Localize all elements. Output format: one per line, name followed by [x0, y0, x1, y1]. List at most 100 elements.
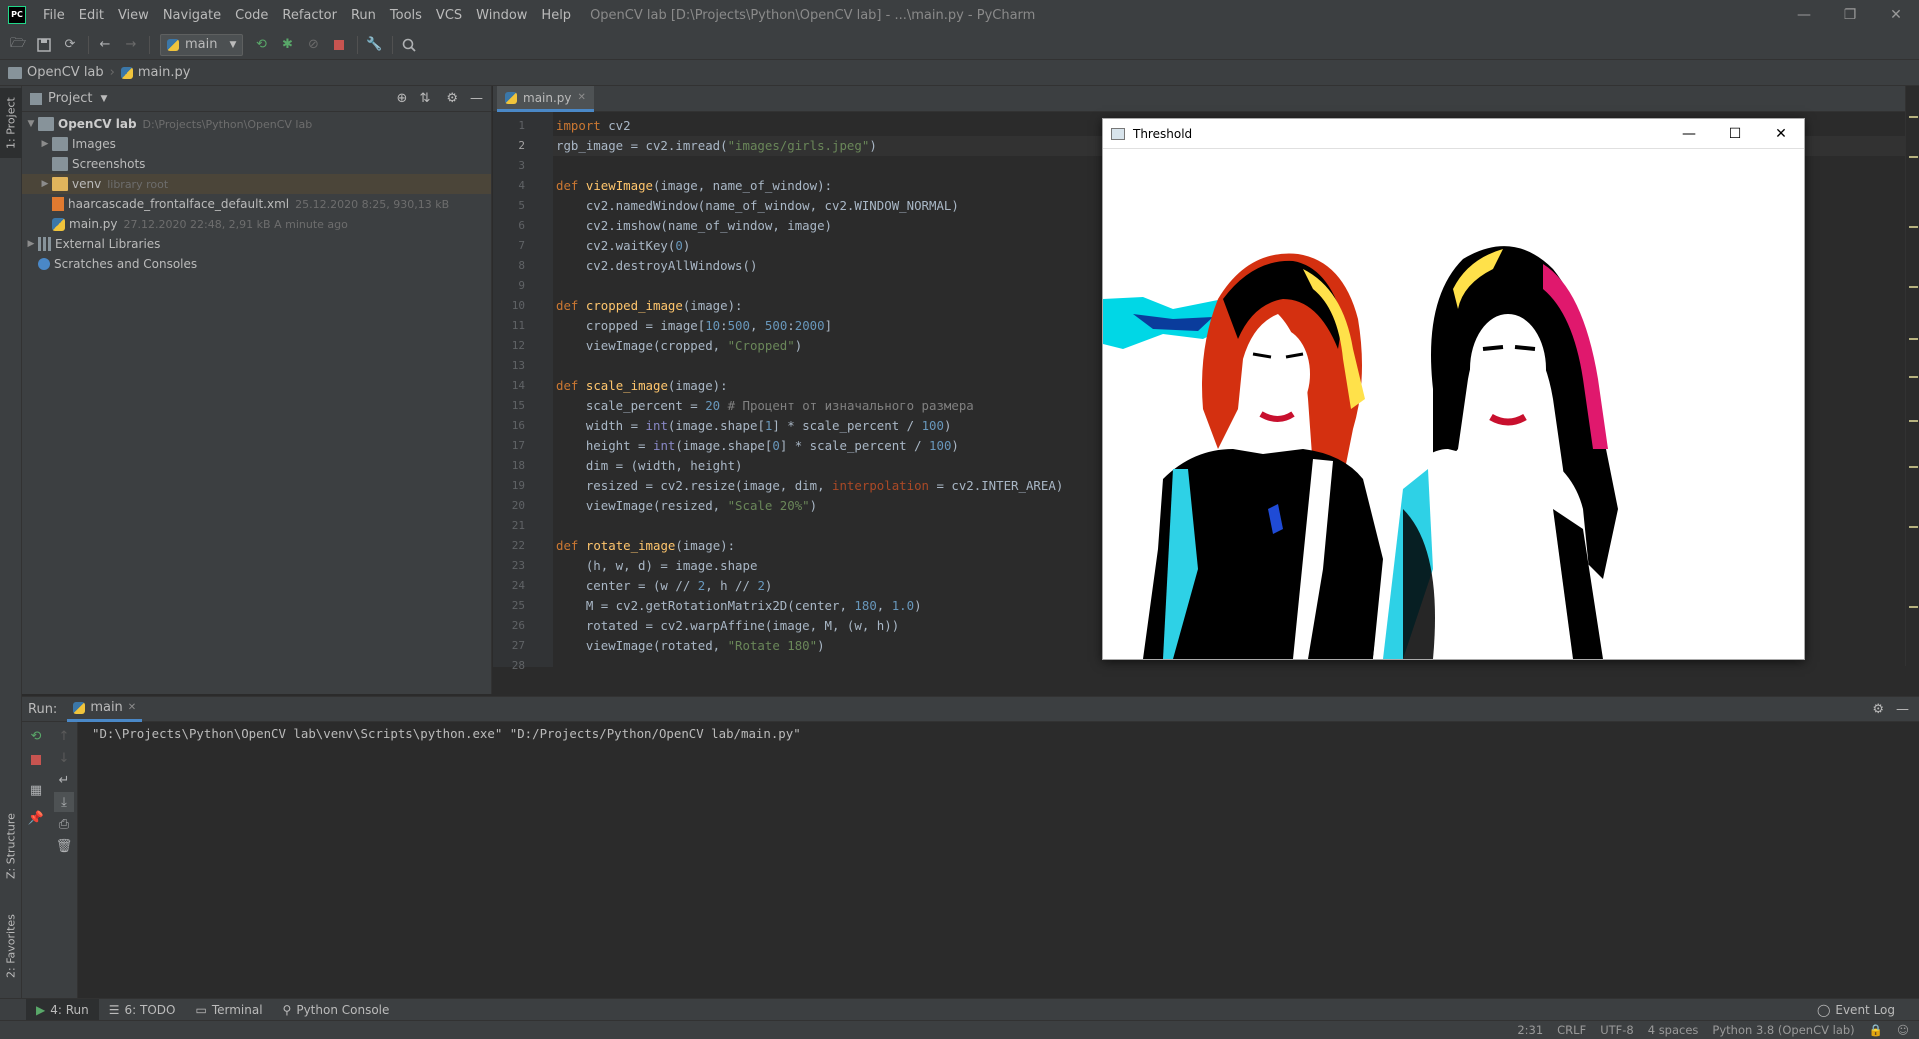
maximize-icon[interactable]: ☐ — [1712, 119, 1758, 149]
restore-icon[interactable]: ❐ — [1827, 0, 1873, 30]
locate-icon[interactable]: ⊕ — [397, 91, 408, 106]
back-arrow-icon[interactable]: ← — [93, 34, 117, 56]
tree-item-scratches[interactable]: Scratches and Consoles — [22, 254, 491, 274]
line-number: 17 — [511, 439, 525, 452]
tool-run-button[interactable]: ▶ 4: Run — [26, 998, 99, 1021]
warning-marker[interactable] — [1909, 606, 1918, 608]
save-icon[interactable] — [32, 34, 56, 56]
tab-favorites-vertical[interactable]: 2: Favorites — [0, 906, 22, 986]
tool-event-log-button[interactable]: ◯ Event Log — [1807, 999, 1905, 1021]
status-encoding[interactable]: UTF-8 — [1600, 1023, 1634, 1037]
warning-marker[interactable] — [1909, 116, 1918, 118]
run-tab-label: main — [90, 700, 123, 715]
rerun-icon[interactable]: ⟲ — [249, 34, 273, 56]
expand-arrow-icon[interactable]: ▶ — [38, 139, 52, 149]
status-indent[interactable]: 4 spaces — [1648, 1023, 1699, 1037]
menu-code[interactable]: Code — [228, 8, 275, 23]
menu-tools[interactable]: Tools — [383, 8, 429, 23]
status-line-separator[interactable]: CRLF — [1557, 1023, 1586, 1037]
tree-item-images[interactable]: ▶ Images — [22, 134, 491, 154]
wrench-icon[interactable]: 🔧 — [362, 34, 386, 56]
tree-item-external-libraries[interactable]: ▶ External Libraries — [22, 234, 491, 254]
hide-panel-icon[interactable]: — — [1896, 702, 1909, 717]
status-interpreter[interactable]: Python 3.8 (OpenCV lab) — [1712, 1023, 1854, 1037]
trash-icon[interactable]: 🗑 — [54, 836, 74, 856]
tree-item-haarcascade[interactable]: haarcascade_frontalface_default.xml 25.1… — [22, 194, 491, 214]
collapse-all-icon[interactable]: ⇅ — [419, 91, 430, 106]
layout-icon[interactable]: ▦ — [26, 780, 46, 800]
close-icon[interactable]: ✕ — [1758, 119, 1804, 149]
chevron-down-icon[interactable]: ▼ — [100, 94, 107, 104]
close-icon[interactable]: ✕ — [1873, 0, 1919, 30]
search-icon[interactable] — [397, 34, 421, 56]
close-tab-icon[interactable]: ✕ — [578, 92, 586, 103]
project-panel-title[interactable]: Project — [48, 91, 92, 106]
breadcrumb-project[interactable]: OpenCV lab — [8, 65, 104, 80]
warning-marker[interactable] — [1909, 156, 1918, 158]
minimize-icon[interactable]: — — [1781, 0, 1827, 30]
warning-marker[interactable] — [1909, 420, 1918, 422]
run-config-select[interactable]: main ▼ — [160, 33, 244, 56]
hide-panel-icon[interactable]: — — [470, 91, 483, 106]
coverage-icon[interactable]: ⊘ — [301, 34, 325, 56]
warning-marker[interactable] — [1909, 376, 1918, 378]
warning-marker[interactable] — [1909, 338, 1918, 340]
rerun-icon[interactable]: ⟲ — [26, 726, 46, 746]
open-folder-icon[interactable]: 🗁 — [6, 34, 30, 56]
arrow-up-icon[interactable]: ↑ — [54, 726, 74, 746]
scroll-to-end-icon[interactable]: ⤓ — [54, 792, 74, 812]
gear-icon[interactable]: ⚙ — [1872, 702, 1884, 717]
tree-item-main-py[interactable]: main.py 27.12.2020 22:48, 2,91 kB A minu… — [22, 214, 491, 234]
pin-icon[interactable]: 📌 — [26, 808, 46, 828]
threshold-photo — [1103, 149, 1804, 659]
menu-run[interactable]: Run — [344, 8, 383, 23]
menu-navigate[interactable]: Navigate — [156, 8, 228, 23]
arrow-down-icon[interactable]: ↓ — [54, 748, 74, 768]
minimize-icon[interactable]: — — [1666, 119, 1712, 149]
gear-icon[interactable]: ⚙ — [446, 91, 458, 106]
warning-marker[interactable] — [1909, 526, 1918, 528]
sync-icon[interactable]: ⟳ — [58, 34, 82, 56]
toolbar-separator — [149, 35, 150, 54]
menu-refactor[interactable]: Refactor — [275, 8, 344, 23]
soft-wrap-icon[interactable]: ↵ — [54, 770, 74, 790]
tool-todo-button[interactable]: ☰ 6: TODO — [99, 999, 186, 1021]
expand-arrow-icon[interactable]: ▶ — [38, 179, 52, 189]
tree-item-screenshots[interactable]: Screenshots — [22, 154, 491, 174]
tool-python-console-button[interactable]: ⚲ Python Console — [273, 999, 400, 1021]
breadcrumb-file[interactable]: main.py — [120, 65, 190, 80]
stop-icon[interactable] — [26, 750, 46, 770]
tab-main-py[interactable]: main.py ✕ — [497, 86, 594, 112]
threshold-titlebar[interactable]: Threshold — ☐ ✕ — [1103, 119, 1804, 149]
forward-arrow-icon[interactable]: → — [119, 34, 143, 56]
expand-arrow-icon[interactable]: ▼ — [24, 119, 38, 129]
warning-marker[interactable] — [1909, 226, 1918, 228]
print-icon[interactable]: ⎙ — [54, 814, 74, 834]
tab-project-vertical[interactable]: 1: Project — [0, 88, 22, 158]
tree-item-label: OpenCV lab — [58, 117, 137, 131]
menu-edit[interactable]: Edit — [72, 8, 111, 23]
threshold-window[interactable]: Threshold — ☐ ✕ — [1102, 118, 1805, 660]
tree-item-opencv-lab[interactable]: ▼ OpenCV lab D:\Projects\Python\OpenCV l… — [22, 114, 491, 134]
debug-icon[interactable]: ✱ — [275, 34, 299, 56]
notifications-icon[interactable]: ☺ — [1897, 1023, 1909, 1037]
expand-arrow-icon[interactable]: ▶ — [24, 239, 38, 249]
tab-structure-vertical[interactable]: Z: Structure — [0, 806, 22, 886]
tree-item-venv[interactable]: ▶ venv library root — [22, 174, 491, 194]
line-number: 23 — [511, 559, 525, 572]
menu-view[interactable]: View — [111, 8, 156, 23]
warning-marker[interactable] — [1909, 466, 1918, 468]
run-console[interactable]: "D:\Projects\Python\OpenCV lab\venv\Scri… — [78, 722, 1919, 998]
stop-icon[interactable] — [327, 34, 351, 56]
lock-icon[interactable]: 🔒 — [1869, 1023, 1883, 1037]
menu-window[interactable]: Window — [469, 8, 534, 23]
warning-marker[interactable] — [1909, 286, 1918, 288]
close-tab-icon[interactable]: ✕ — [128, 702, 136, 713]
status-caret-position[interactable]: 2:31 — [1517, 1023, 1543, 1037]
editor-scrollbar-strip[interactable] — [1905, 86, 1919, 666]
menu-file[interactable]: File — [36, 8, 72, 23]
menu-help[interactable]: Help — [534, 8, 578, 23]
tool-terminal-button[interactable]: ▭ Terminal — [185, 999, 272, 1021]
menu-vcs[interactable]: VCS — [429, 8, 469, 23]
run-tab[interactable]: main ✕ — [67, 696, 143, 722]
